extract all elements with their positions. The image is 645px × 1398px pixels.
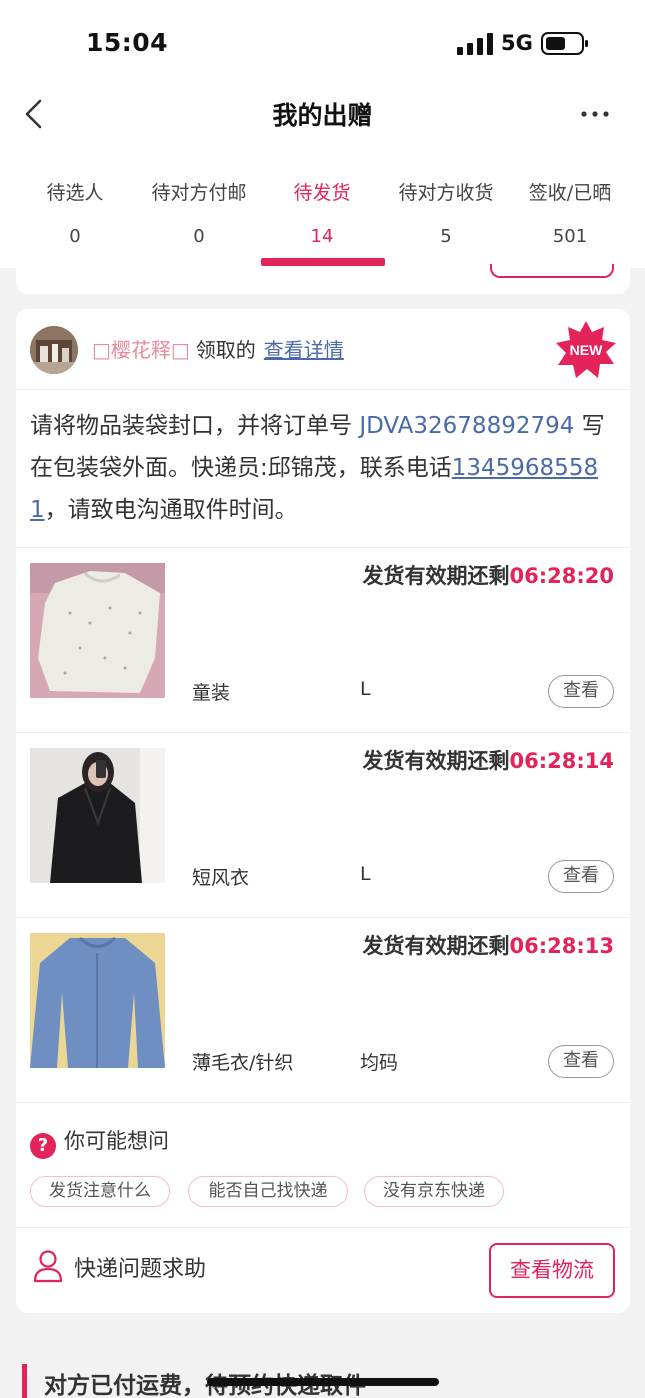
battery-icon xyxy=(541,32,588,55)
nav-bar: 我的出赠 xyxy=(0,80,645,160)
list-item: 发货有效期还剩06:28:13 薄毛衣/针织 均码 查看 xyxy=(16,918,630,1103)
deadline-countdown: 06:28:14 xyxy=(509,749,614,773)
question-icon: ? xyxy=(30,1133,56,1159)
tab-label: 签收/已晒 xyxy=(528,182,612,204)
previous-card xyxy=(16,264,630,294)
section-accent-bar xyxy=(22,1364,27,1398)
view-item-button[interactable]: 查看 xyxy=(548,860,614,893)
faq-title-text: 你可能想问 xyxy=(64,1129,169,1153)
ship-deadline: 发货有效期还剩06:28:13 xyxy=(363,930,614,960)
home-indicator[interactable] xyxy=(207,1378,439,1386)
more-icon[interactable] xyxy=(578,100,612,128)
item-thumbnail[interactable] xyxy=(30,933,165,1068)
faq-chip[interactable]: 能否自己找快递 xyxy=(188,1176,348,1207)
item-size: L xyxy=(360,678,371,700)
status-bar: 15:04 5G xyxy=(0,0,645,80)
new-badge-icon: NEW xyxy=(556,321,616,378)
view-logistics-button[interactable]: 查看物流 xyxy=(489,1243,615,1298)
shipping-instruction: 请将物品装袋封口，并将订单号 JDVA32678892794 写在包装袋外面。快… xyxy=(30,405,618,531)
deadline-label: 发货有效期还剩 xyxy=(362,564,510,588)
list-item: 发货有效期还剩06:28:14 短风衣 L 查看 xyxy=(16,733,630,918)
item-category: 童装 xyxy=(192,682,231,704)
avatar[interactable] xyxy=(30,326,78,374)
item-thumbnail[interactable] xyxy=(30,748,165,883)
view-item-button[interactable]: 查看 xyxy=(548,675,614,708)
deadline-countdown: 06:28:20 xyxy=(509,564,614,588)
page-title: 我的出赠 xyxy=(272,101,373,130)
item-category: 薄毛衣/针织 xyxy=(192,1052,294,1074)
ship-deadline: 发货有效期还剩06:28:20 xyxy=(363,560,614,590)
new-badge-text: NEW xyxy=(570,342,603,358)
divider xyxy=(16,1227,630,1228)
item-size: 均码 xyxy=(360,1052,399,1074)
status-tabs: 待选人 0 待对方付邮 0 待发货 14 待对方收货 5 签收/已晒 501 xyxy=(0,160,645,268)
claimer-line: □樱花释□ 领取的 查看详情 xyxy=(92,334,344,363)
deadline-label: 发货有效期还剩 xyxy=(362,749,510,773)
instruction-text: 请将物品装袋封口，并将订单号 xyxy=(30,413,360,439)
previous-card-button[interactable] xyxy=(490,264,614,278)
tab-signed-shared[interactable]: 签收/已晒 501 xyxy=(495,160,645,268)
view-item-button[interactable]: 查看 xyxy=(548,1045,614,1078)
deadline-label: 发货有效期还剩 xyxy=(362,934,510,958)
divider xyxy=(16,389,630,390)
item-category: 短风衣 xyxy=(192,867,250,889)
signal-icon xyxy=(457,33,493,55)
view-detail-link[interactable]: 查看详情 xyxy=(264,338,344,362)
order-number: JDVA32678892794 xyxy=(359,413,575,439)
ship-deadline: 发货有效期还剩06:28:14 xyxy=(363,745,614,775)
faq-chip[interactable]: 发货注意什么 xyxy=(30,1176,170,1207)
person-icon xyxy=(33,1250,63,1283)
item-size: L xyxy=(360,863,371,885)
list-item: 发货有效期还剩06:28:20 童装 L 查看 xyxy=(16,548,630,733)
network-type: 5G xyxy=(501,31,533,55)
tab-count: 501 xyxy=(552,226,588,247)
faq-title: ? 你可能想问 xyxy=(30,1125,169,1159)
faq-chip[interactable]: 没有京东快递 xyxy=(364,1176,504,1207)
section-title-main: 对方已付运费， xyxy=(44,1373,205,1398)
deadline-countdown: 06:28:13 xyxy=(509,934,614,958)
instruction-text: ，请致电沟通取件时间。 xyxy=(44,497,298,523)
status-time: 15:04 xyxy=(86,28,169,57)
claimer-nickname[interactable]: □樱花释□ xyxy=(92,338,190,362)
item-thumbnail[interactable] xyxy=(30,563,165,698)
divider xyxy=(16,1102,630,1103)
courier-help-link[interactable]: 快递问题求助 xyxy=(74,1251,206,1283)
active-tab-indicator xyxy=(261,258,385,266)
order-card: □樱花释□ 领取的 查看详情 NEW 请将物品装袋封口，并将订单号 JDVA3267… xyxy=(16,309,630,1313)
claimed-text: 领取的 xyxy=(195,338,256,362)
